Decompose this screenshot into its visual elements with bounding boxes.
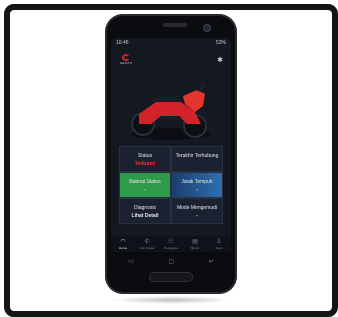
top-app-bar: GESITS ✱ <box>111 50 231 68</box>
tab-dealer-label: Cari Dealer <box>139 245 155 250</box>
phone-shadow <box>112 296 232 304</box>
tab-news-label: Berita <box>191 245 199 250</box>
tab-users-label: Pengguna <box>164 245 178 250</box>
system-nav-bar: ▭ ▢ ↩ <box>111 252 231 270</box>
recent-apps-icon[interactable]: ▭ <box>128 258 134 265</box>
range-label: Jarak Tempuh <box>181 179 213 185</box>
app-screen: 10:45 53% GESITS ✱ Status Terkunci Terak… <box>111 38 231 270</box>
status-time: 10:45 <box>116 40 129 46</box>
brand-logo: GESITS <box>119 54 133 66</box>
tab-home-label: Home <box>118 245 127 250</box>
user-icon: ♙ <box>216 238 222 245</box>
logo-text: GESITS <box>119 61 133 65</box>
status-card-label: Status <box>137 153 153 159</box>
home-hardware-button[interactable] <box>149 272 193 282</box>
status-card[interactable]: Status Terkunci <box>119 146 171 172</box>
range-value: - <box>196 187 198 193</box>
tab-news[interactable]: ▤ Berita <box>185 239 205 250</box>
scooter-image <box>131 82 211 140</box>
logo-mark-icon <box>122 54 130 61</box>
status-card-value: Terkunci <box>134 161 156 167</box>
tab-users[interactable]: ⚇ Pengguna <box>161 239 181 250</box>
range-card[interactable]: Jarak Tempuh - <box>171 172 223 198</box>
diagnosis-card[interactable]: Diagnosis Lihat Detail <box>119 198 171 224</box>
phone-icon: ✆ <box>144 238 150 245</box>
status-battery: 53% <box>215 40 226 46</box>
driving-mode-value: - <box>196 213 198 219</box>
bottom-tab-bar: ◠ Home ✆ Cari Dealer ⚇ Pengguna ▤ Berita… <box>111 236 231 252</box>
battery-status-card[interactable]: Baterai Status - <box>119 172 171 198</box>
back-icon[interactable]: ↩ <box>209 258 214 265</box>
earpiece-speaker <box>163 23 187 27</box>
users-icon: ⚇ <box>168 238 174 245</box>
tab-dealer[interactable]: ✆ Cari Dealer <box>137 239 157 250</box>
tab-home[interactable]: ◠ Home <box>113 239 133 250</box>
battery-status-label: Baterai Status <box>129 179 161 185</box>
last-connected-card[interactable]: Terakhir Terhubung <box>171 146 223 172</box>
tab-account[interactable]: ♙ Akun <box>209 239 229 250</box>
speedometer-icon: ◠ <box>120 238 126 245</box>
driving-mode-card[interactable]: Mode Mengemudi - <box>171 198 223 224</box>
tab-account-label: Akun <box>215 245 223 250</box>
diagnosis-label: Diagnosis <box>134 205 156 211</box>
diagnosis-value: Lihat Detail <box>131 213 159 219</box>
news-icon: ▤ <box>192 238 198 245</box>
last-connected-label: Terakhir Terhubung <box>175 153 219 159</box>
front-camera <box>203 24 211 32</box>
smartphone: 10:45 53% GESITS ✱ Status Terkunci Terak… <box>105 14 237 294</box>
bluetooth-icon[interactable]: ✱ <box>217 56 223 64</box>
status-bar: 10:45 53% <box>111 38 231 48</box>
driving-mode-label: Mode Mengemudi <box>176 205 218 211</box>
battery-status-value: - <box>144 187 146 193</box>
home-nav-icon[interactable]: ▢ <box>168 258 174 265</box>
